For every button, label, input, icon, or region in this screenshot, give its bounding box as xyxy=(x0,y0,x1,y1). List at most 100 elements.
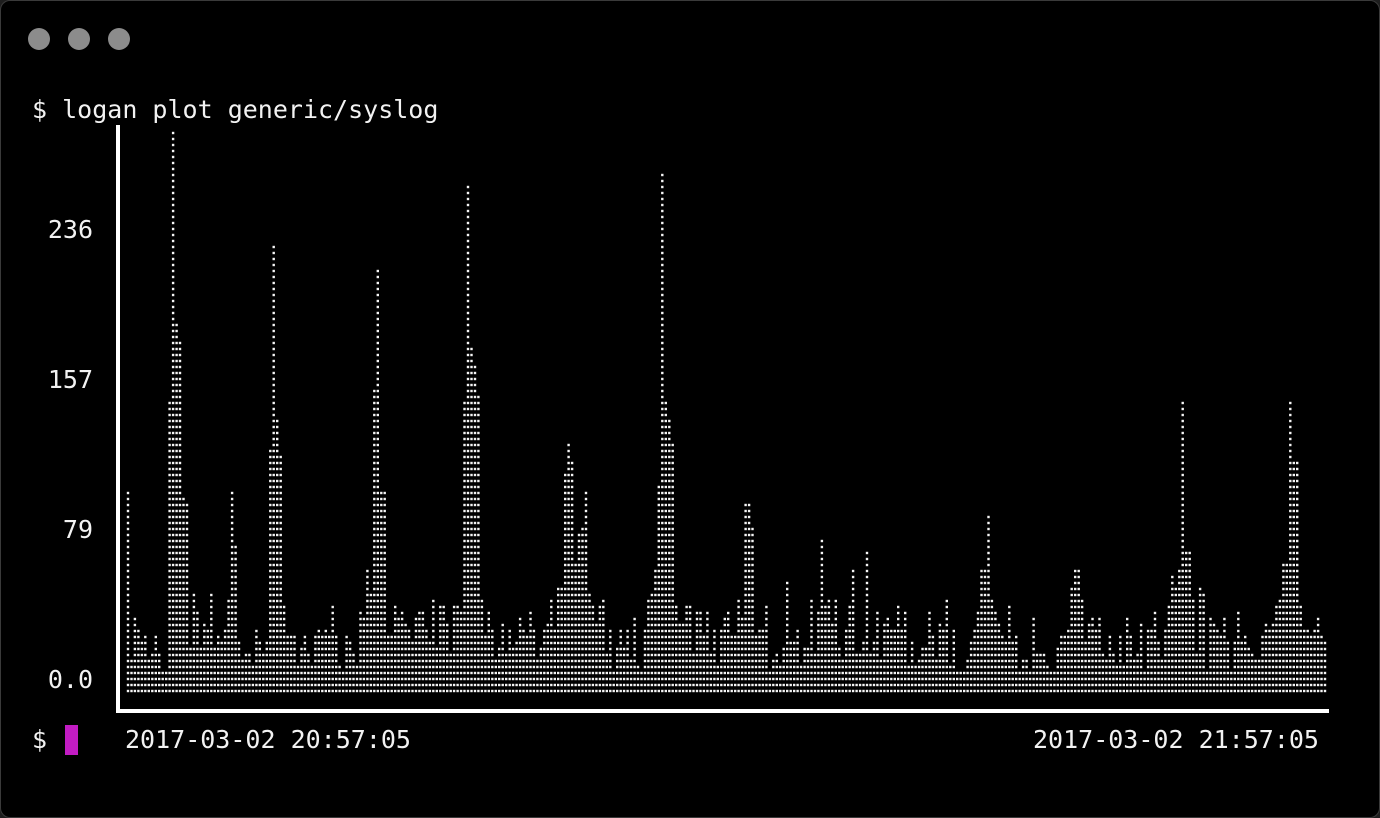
chart-dot xyxy=(338,665,341,669)
chart-dot xyxy=(661,611,664,615)
chart-dot xyxy=(723,659,726,663)
chart-dot xyxy=(255,659,258,663)
chart-bar xyxy=(963,671,966,693)
chart-bar xyxy=(456,605,459,693)
chart-dot xyxy=(446,629,449,633)
chart-dot xyxy=(917,683,921,687)
chart-bar xyxy=(282,605,286,693)
chart-dot xyxy=(668,593,671,597)
chart-dot xyxy=(1074,587,1077,591)
chart-dot xyxy=(1077,587,1080,591)
chart-dot xyxy=(171,677,175,681)
chart-dot xyxy=(789,689,792,693)
chart-dot xyxy=(269,533,272,537)
chart-dot xyxy=(1077,653,1080,657)
chart-dot xyxy=(456,647,459,651)
chart-dot xyxy=(477,449,480,453)
chart-dot xyxy=(529,641,532,645)
chart-dot xyxy=(1153,689,1157,693)
chart-dot xyxy=(654,665,657,669)
chart-dot xyxy=(543,635,546,639)
chart-dot xyxy=(133,689,137,693)
chart-dot xyxy=(394,623,397,627)
chart-dot xyxy=(220,659,223,663)
chart-dot xyxy=(619,671,622,675)
chart-dot xyxy=(473,569,477,573)
chart-dot xyxy=(775,677,778,681)
chart-dot xyxy=(230,557,234,561)
chart-dot xyxy=(647,683,650,687)
chart-dot xyxy=(616,677,619,681)
chart-dot xyxy=(376,677,379,681)
chart-dot xyxy=(144,641,147,645)
chart-dot xyxy=(987,677,990,681)
chart-dot xyxy=(178,647,182,651)
chart-bar xyxy=(303,635,307,693)
chart-dot xyxy=(175,419,178,423)
chart-dot xyxy=(570,647,574,651)
chart-dot xyxy=(661,329,664,333)
chart-dot xyxy=(616,659,619,663)
chart-dot xyxy=(126,509,130,513)
chart-dot xyxy=(921,683,924,687)
chart-dot xyxy=(966,677,969,681)
chart-dot xyxy=(723,617,726,621)
chart-dot xyxy=(758,689,761,693)
chart-dot xyxy=(831,629,834,633)
chart-dot xyxy=(661,677,664,681)
chart-dot xyxy=(862,683,865,687)
chart-dot xyxy=(1146,659,1150,663)
chart-dot xyxy=(182,665,185,669)
chart-dot xyxy=(473,617,477,621)
chart-dot xyxy=(1015,659,1018,663)
chart-bar xyxy=(980,569,983,693)
chart-dot xyxy=(1143,689,1146,693)
chart-dot xyxy=(654,569,657,573)
chart-dot xyxy=(671,599,674,603)
chart-dot xyxy=(668,659,671,663)
chart-dot xyxy=(952,653,955,657)
chart-dot xyxy=(473,407,477,411)
chart-dot xyxy=(643,653,647,657)
chart-dot xyxy=(1011,683,1014,687)
chart-dot xyxy=(518,677,522,681)
chart-dot xyxy=(1004,653,1007,657)
chart-dot xyxy=(570,635,574,639)
chart-dot xyxy=(452,677,456,681)
chart-dot xyxy=(1105,671,1108,675)
chart-dot xyxy=(161,689,164,693)
chart-dot xyxy=(688,689,692,693)
chart-dot xyxy=(1074,653,1077,657)
chart-dot xyxy=(394,689,397,693)
chart-dot xyxy=(1171,641,1174,645)
chart-dot xyxy=(272,557,275,561)
chart-dot xyxy=(883,623,886,627)
chart-dot xyxy=(459,629,463,633)
chart-dot xyxy=(751,599,754,603)
chart-dot xyxy=(185,629,189,633)
chart-dot xyxy=(1001,659,1004,663)
chart-dot xyxy=(335,647,338,651)
chart-dot xyxy=(1178,689,1181,693)
chart-dot xyxy=(366,647,369,651)
chart-dot xyxy=(237,689,241,693)
chart-dot xyxy=(171,395,175,399)
chart-dot xyxy=(237,641,241,645)
chart-dot xyxy=(397,629,400,633)
chart-dot xyxy=(629,659,633,663)
chart-dot xyxy=(376,383,379,387)
chart-dot xyxy=(1150,689,1153,693)
chart-dot xyxy=(1091,671,1094,675)
chart-dot xyxy=(928,683,931,687)
chart-dot xyxy=(685,653,688,657)
chart-dot xyxy=(317,641,320,645)
chart-bar xyxy=(300,647,303,693)
chart-dot xyxy=(661,443,664,447)
chart-dot xyxy=(366,641,369,645)
chart-dot xyxy=(1094,647,1098,651)
chart-dot xyxy=(432,653,435,657)
chart-dot xyxy=(463,683,466,687)
chart-dot xyxy=(369,641,373,645)
chart-dot xyxy=(196,659,199,663)
chart-dot xyxy=(279,629,282,633)
